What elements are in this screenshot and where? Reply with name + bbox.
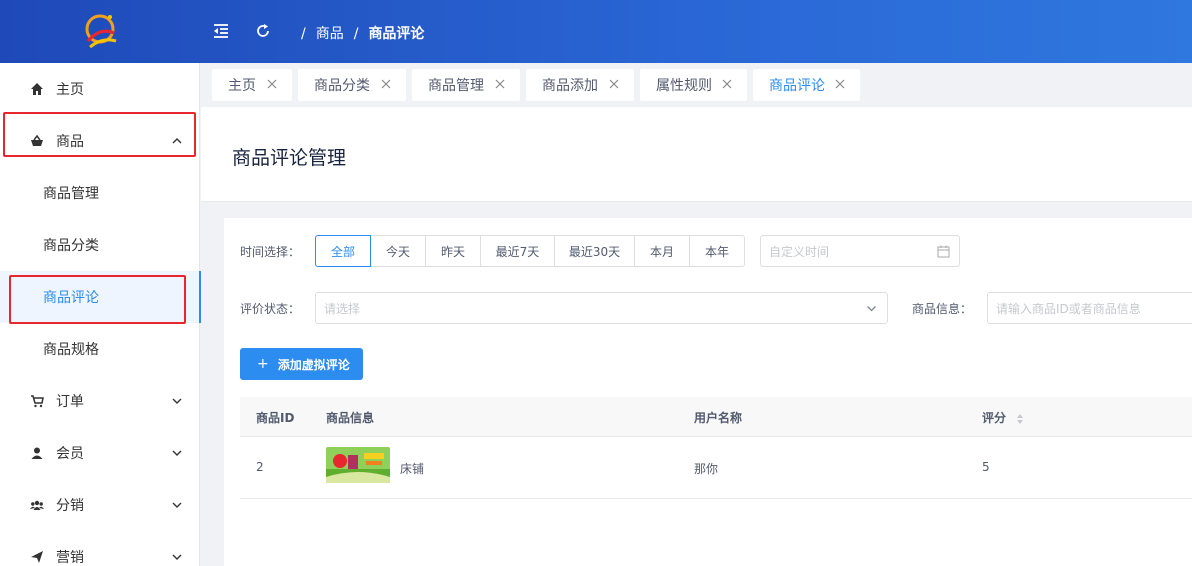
tab-goods-category[interactable]: 商品分类 — [298, 69, 406, 101]
time-filter-label: 时间选择： — [240, 245, 301, 259]
column-header-user-name: 用户名称 — [694, 411, 743, 425]
sidebar-item-label: 会员 — [56, 446, 84, 462]
time-option-yesterday[interactable]: 昨天 — [425, 235, 481, 267]
tab-label: 商品管理 — [428, 78, 484, 94]
sort-icon[interactable] — [1016, 413, 1024, 425]
cell-product-id: 2 — [256, 460, 264, 474]
status-select-placeholder: 请选择 — [324, 301, 361, 316]
cell-score: 5 — [982, 460, 990, 474]
breadcrumb-separator: / — [301, 26, 306, 42]
cell-product-name: 床铺 — [400, 462, 425, 476]
chevron-down-icon — [171, 447, 183, 459]
status-select[interactable]: 请选择 — [315, 292, 888, 324]
tab-label: 商品添加 — [542, 78, 598, 94]
tab-attribute-rules[interactable]: 属性规则 — [640, 69, 747, 101]
sidebar-item-home[interactable]: 主页 — [0, 63, 200, 115]
product-search-placeholder: 请输入商品ID或者商品信息 — [996, 301, 1141, 316]
time-option-30days[interactable]: 最近30天 — [554, 235, 635, 267]
breadcrumb: / 商品 / 商品评论 — [301, 23, 434, 43]
plus-icon: + — [257, 356, 269, 372]
table-row: 2 床铺 那你 5 — [240, 437, 1192, 499]
sidebar-item-label: 订单 — [56, 394, 84, 410]
close-icon[interactable] — [608, 78, 620, 90]
product-thumbnail — [326, 447, 390, 483]
cell-user-name: 那你 — [694, 462, 719, 476]
custom-time-placeholder: 自定义时间 — [769, 244, 830, 259]
chevron-down-icon — [171, 551, 183, 563]
tab-bar: 主页 商品分类 商品管理 商品添加 属性规则 商品评论 — [201, 63, 1192, 107]
tab-label: 商品评论 — [769, 78, 825, 94]
sidebar-subitem-label: 商品分类 — [43, 238, 99, 254]
tab-label: 商品分类 — [314, 78, 370, 94]
sidebar-subitem-goods-spec[interactable]: 商品规格 — [0, 323, 200, 375]
column-header-product-id: 商品ID — [256, 411, 295, 425]
sidebar-item-label: 营销 — [56, 550, 84, 566]
refresh-icon[interactable] — [254, 22, 272, 40]
product-search-input[interactable]: 请输入商品ID或者商品信息 — [987, 292, 1192, 324]
menu-fold-icon[interactable] — [212, 22, 230, 40]
chevron-down-icon — [865, 302, 878, 315]
breadcrumb-item-current: 商品评论 — [368, 26, 425, 42]
user-icon — [30, 446, 44, 460]
tab-goods-review[interactable]: 商品评论 — [753, 69, 860, 101]
sidebar-item-label: 主页 — [56, 82, 84, 98]
time-option-year[interactable]: 本年 — [689, 235, 745, 267]
column-header-product-info: 商品信息 — [326, 411, 375, 425]
top-header: / 商品 / 商品评论 — [0, 0, 1192, 63]
time-option-7days[interactable]: 最近7天 — [480, 235, 555, 267]
sidebar-item-distribution[interactable]: 分销 — [0, 479, 200, 531]
time-option-all[interactable]: 全部 — [315, 235, 371, 267]
logo — [80, 7, 120, 57]
time-radio-group: 全部 今天 昨天 最近7天 最近30天 本月 本年 — [315, 235, 745, 267]
cart-icon — [30, 394, 44, 408]
status-filter-label: 评价状态： — [240, 302, 301, 316]
tab-goods-add[interactable]: 商品添加 — [526, 69, 634, 101]
sidebar-item-members[interactable]: 会员 — [0, 427, 200, 479]
tab-home[interactable]: 主页 — [212, 69, 292, 101]
sidebar-subitem-goods-manage[interactable]: 商品管理 — [0, 167, 200, 219]
page-title: 商品评论管理 — [232, 147, 347, 169]
time-option-today[interactable]: 今天 — [370, 235, 426, 267]
sidebar-subitem-goods-category[interactable]: 商品分类 — [0, 219, 200, 271]
sidebar-subitem-label: 商品管理 — [43, 186, 99, 202]
highlight-box-goods-menu — [3, 112, 196, 157]
column-header-score[interactable]: 评分 — [982, 409, 1024, 426]
product-filter-label: 商品信息： — [912, 302, 973, 316]
add-virtual-review-label: 添加虚拟评论 — [277, 357, 350, 372]
active-indicator — [199, 271, 201, 323]
sidebar-item-orders[interactable]: 订单 — [0, 375, 200, 427]
send-icon — [30, 550, 44, 564]
main-card: 时间选择： 全部 今天 昨天 最近7天 最近30天 本月 本年 自定义时间 评价… — [224, 218, 1192, 566]
column-header-score-label: 评分 — [982, 411, 1007, 425]
team-icon — [30, 498, 44, 512]
tab-label: 主页 — [228, 78, 256, 94]
chevron-down-icon — [171, 499, 183, 511]
time-option-month[interactable]: 本月 — [634, 235, 690, 267]
sidebar-item-label: 分销 — [56, 498, 84, 514]
close-icon[interactable] — [494, 78, 506, 90]
close-icon[interactable] — [834, 78, 846, 90]
custom-time-input[interactable]: 自定义时间 — [760, 235, 960, 267]
close-icon[interactable] — [266, 78, 278, 90]
calendar-icon — [937, 245, 950, 258]
home-icon — [30, 82, 44, 96]
close-icon[interactable] — [721, 78, 733, 90]
tab-label: 属性规则 — [656, 78, 712, 94]
tab-goods-manage[interactable]: 商品管理 — [412, 69, 520, 101]
sidebar-subitem-label: 商品规格 — [43, 342, 99, 358]
page-header: 商品评论管理 — [201, 107, 1192, 202]
sidebar-item-marketing[interactable]: 营销 — [0, 531, 200, 566]
table-header: 商品ID 商品信息 用户名称 评分 — [240, 397, 1192, 437]
add-virtual-review-button[interactable]: + 添加虚拟评论 — [240, 348, 363, 380]
chevron-down-icon — [171, 395, 183, 407]
breadcrumb-item-goods[interactable]: 商品 — [316, 26, 344, 42]
close-icon[interactable] — [380, 78, 392, 90]
breadcrumb-separator: / — [353, 26, 359, 42]
highlight-box-review-menu — [9, 275, 186, 324]
